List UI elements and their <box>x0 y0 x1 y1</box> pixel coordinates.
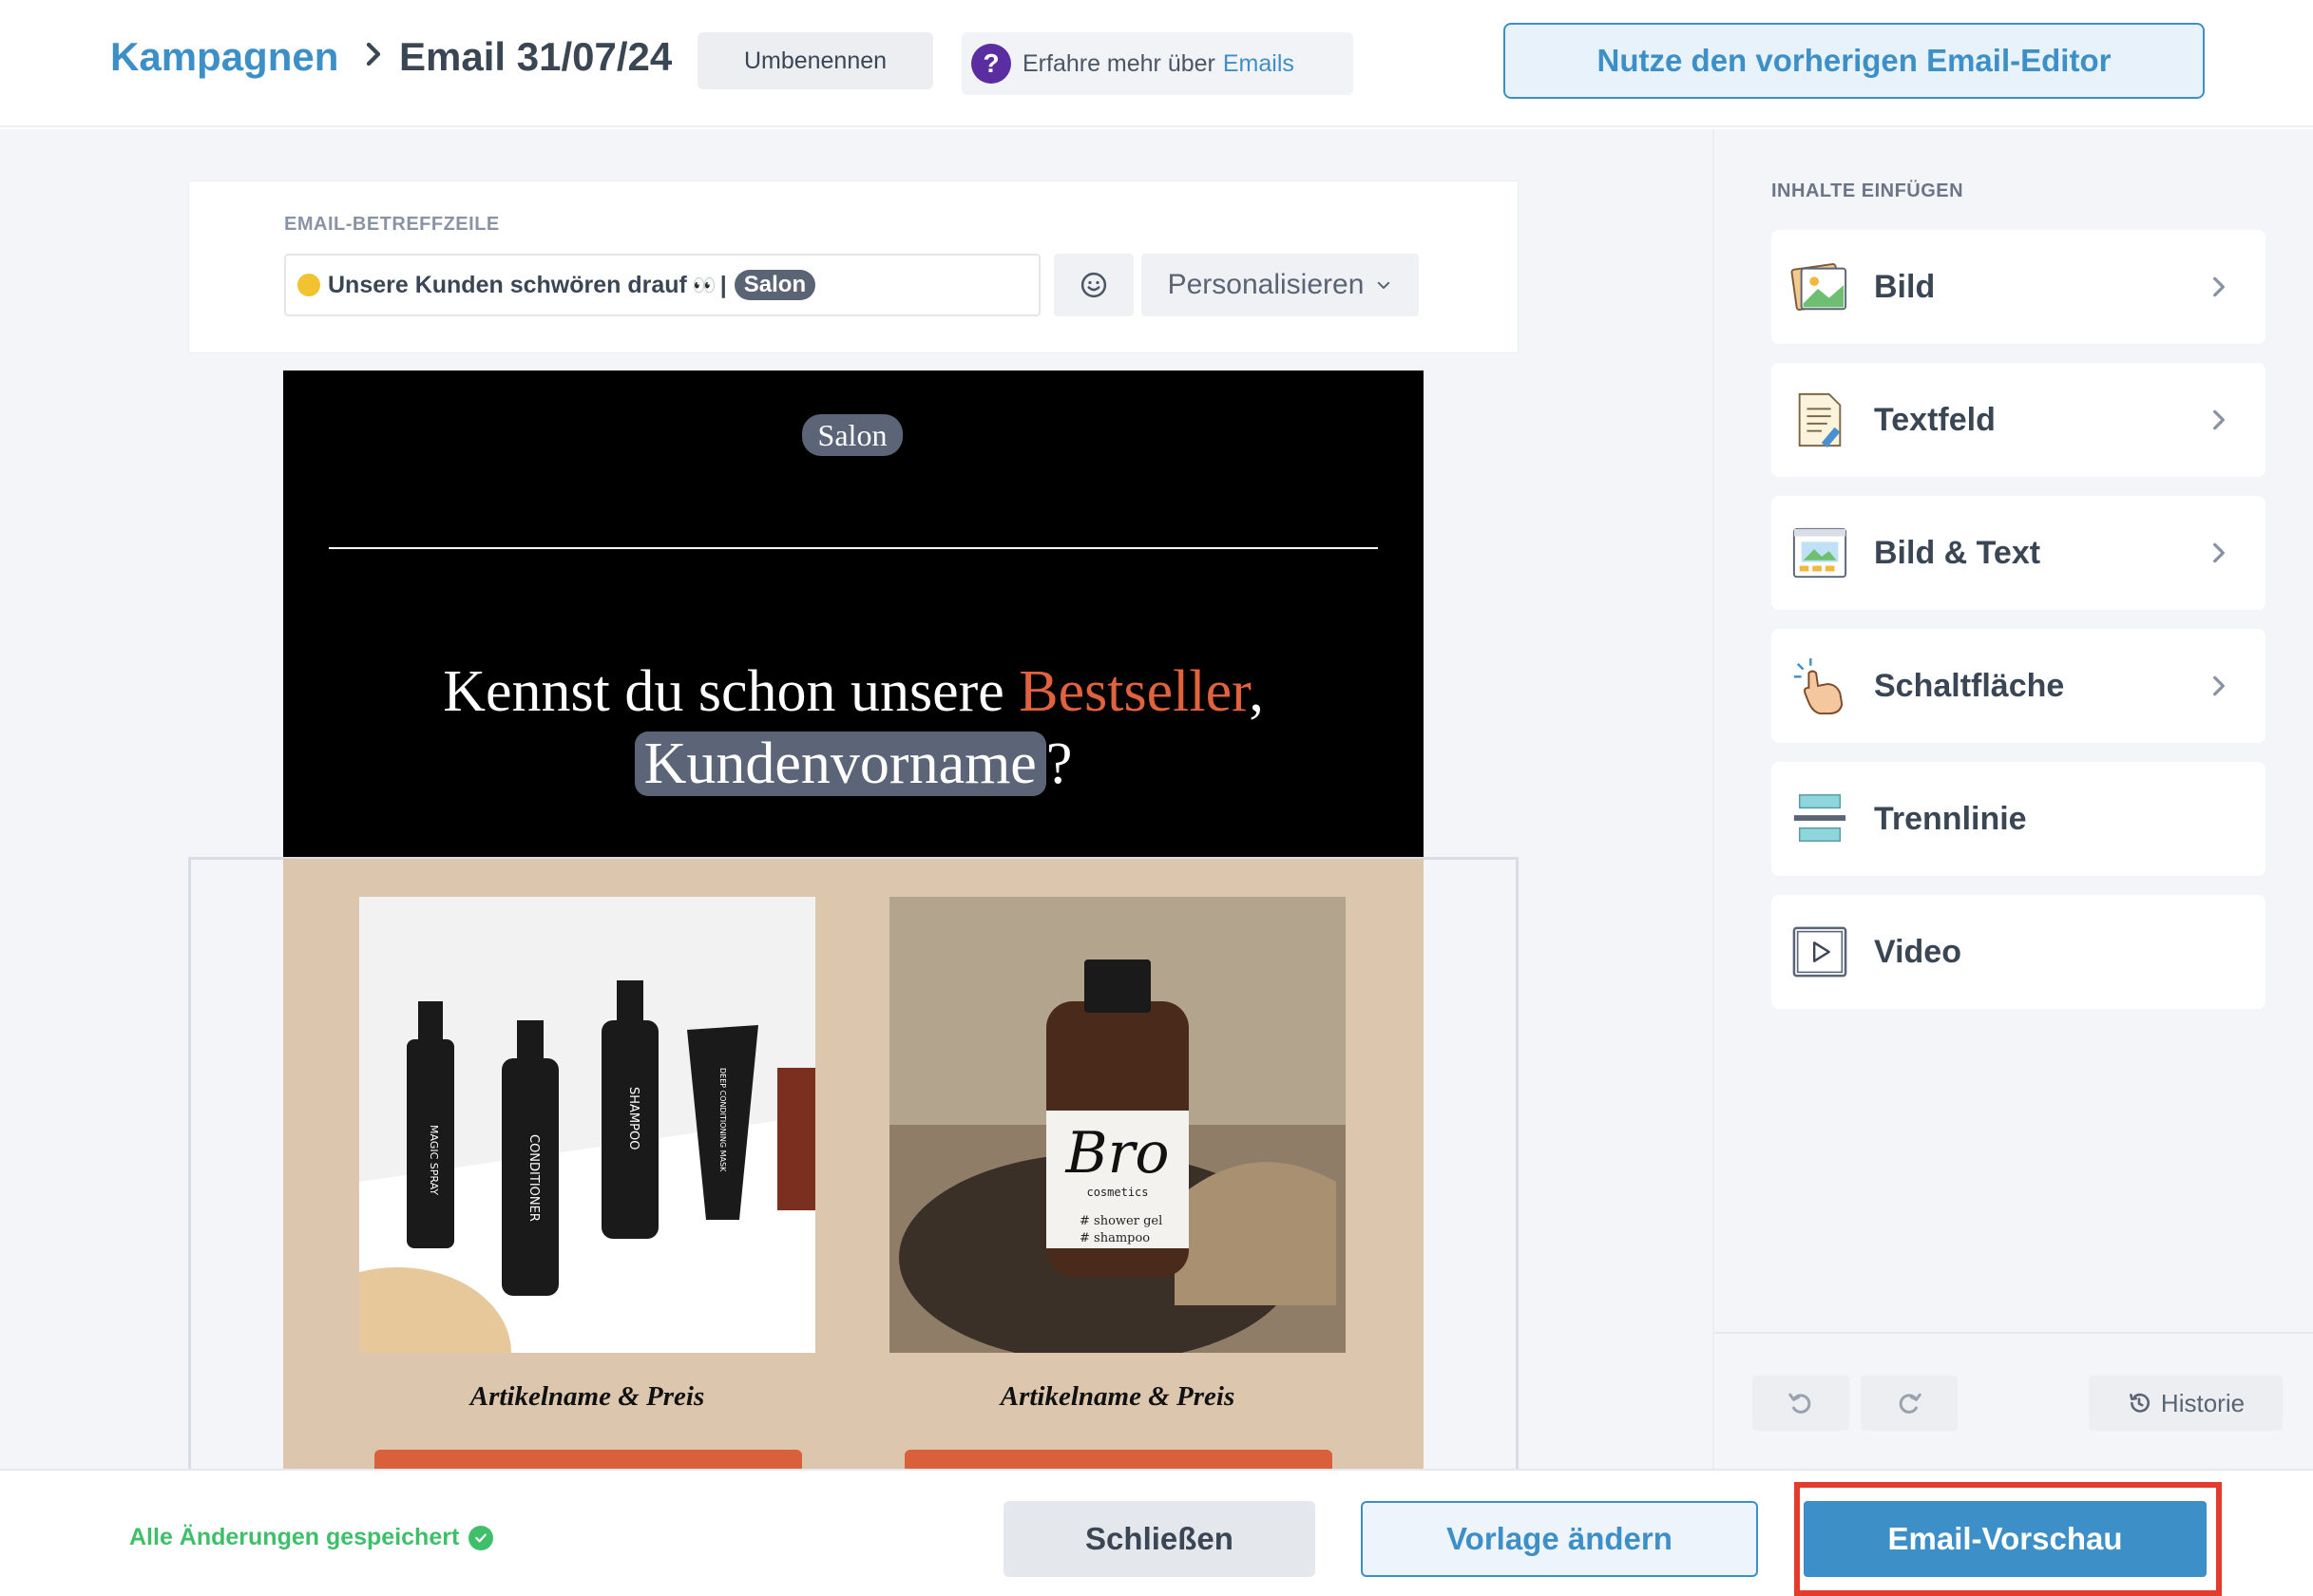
chevron-right-icon <box>2213 409 2225 430</box>
subject-line-card: EMAIL-BETREFFZEILE Unsere Kunden schwöre… <box>188 180 1519 353</box>
text-field-icon <box>1798 392 1842 448</box>
help-icon: ? <box>971 44 1011 84</box>
headline-accent: Bestseller <box>1019 659 1250 724</box>
customer-firstname-tag: Kundenvorname <box>634 732 1046 796</box>
learn-more-text: Erfahre mehr über <box>1023 49 1215 77</box>
redo-button[interactable] <box>1861 1376 1958 1431</box>
headline-text-1: Kennst du schon unsere <box>443 659 1020 724</box>
personalize-dropdown[interactable]: Personalisieren <box>1141 254 1419 316</box>
undo-button[interactable] <box>1752 1376 1849 1431</box>
close-button[interactable]: Schließen <box>1004 1501 1315 1577</box>
emoji-picker-button[interactable] <box>1054 254 1134 316</box>
insert-image-text-item[interactable]: Bild & Text <box>1771 496 2265 610</box>
email-header-block[interactable]: Salon Kennst du schon unsere Bestseller,… <box>283 370 1424 857</box>
product-name-2: Artikelname & Preis <box>1000 1381 1235 1412</box>
learn-more-box[interactable]: ? Erfahre mehr über Emails <box>962 32 1353 95</box>
image-icon <box>1790 263 1847 311</box>
history-button[interactable]: Historie <box>2089 1376 2283 1431</box>
personalize-label: Personalisieren <box>1167 269 1365 300</box>
rename-button[interactable]: Umbenennen <box>698 32 933 89</box>
insert-image-text-label: Bild & Text <box>1874 534 2041 571</box>
product-image-bro-bottle: Bro cosmetics # shower gel # shampoo <box>889 897 1346 1353</box>
subject-line-input[interactable]: Unsere Kunden schwören drauf 👀 | Salon <box>284 254 1041 316</box>
insert-button-item[interactable]: Schaltfläche <box>1771 629 2265 743</box>
page-title: Email 31/07/24 <box>399 34 673 79</box>
headline-end: ? <box>1045 732 1073 796</box>
label-cosmetics: cosmetics <box>1086 1186 1148 1199</box>
insert-textfield-item[interactable]: Textfeld <box>1771 363 2265 477</box>
save-status: Alle Änderungen gespeichert <box>129 1524 494 1551</box>
insert-video-item[interactable]: Video <box>1771 895 2265 1009</box>
label-magic-spray: MAGIC SPRAY <box>428 1125 440 1195</box>
redo-icon <box>1899 1393 1921 1414</box>
use-previous-editor-button[interactable]: Nutze den vorherigen Email-Editor <box>1503 23 2205 99</box>
save-status-text: Alle Änderungen gespeichert <box>129 1524 460 1550</box>
shushing-face-emoji-icon <box>297 274 320 296</box>
label-deep-conditioning: DEEP CONDITIONING MASK <box>718 1068 727 1172</box>
content-insert-panel: INHALTE EINFÜGEN Bild Textfeld Bild & Te… <box>1712 129 2313 1469</box>
eyes-emoji-icon: 👀 <box>692 275 717 296</box>
insert-image-label: Bild <box>1874 268 1936 305</box>
subject-line-label: EMAIL-BETREFFZEILE <box>284 214 500 235</box>
email-preview-button[interactable]: Email-Vorschau <box>1804 1501 2207 1577</box>
label-shampoo-2: # shampoo <box>1080 1231 1150 1245</box>
subject-text: Unsere Kunden schwören drauf <box>328 271 687 298</box>
product-button-1[interactable] <box>374 1450 802 1469</box>
chevron-down-icon <box>1378 281 1390 289</box>
divider-icon <box>1793 794 1846 842</box>
panel-separator <box>1714 1332 2313 1334</box>
label-shower-gel: # shower gel <box>1080 1214 1162 1228</box>
chevron-right-icon <box>2213 276 2225 297</box>
chevron-right-icon <box>2213 675 2225 696</box>
chevron-right-icon <box>2213 542 2225 563</box>
subject-separator: | <box>719 271 727 298</box>
label-shampoo: SHAMPOO <box>626 1087 640 1150</box>
button-hand-icon <box>1793 657 1844 715</box>
email-logo-salon-tag: Salon <box>802 414 903 456</box>
top-header: Kampagnen Email 31/07/24 Umbenennen ? Er… <box>0 0 2313 127</box>
video-icon <box>1792 926 1847 978</box>
chevron-right-icon <box>366 42 381 66</box>
insert-divider-item[interactable]: Trennlinie <box>1771 762 2265 876</box>
image-text-icon <box>1792 527 1847 579</box>
panel-title: INHALTE EINFÜGEN <box>1771 180 1964 201</box>
email-headline: Kennst du schon unsere Bestseller, Kunde… <box>283 656 1424 800</box>
change-template-button[interactable]: Vorlage ändern <box>1361 1501 1758 1577</box>
email-divider <box>329 547 1378 549</box>
salon-tag[interactable]: Salon <box>734 270 816 300</box>
product-button-2[interactable] <box>905 1450 1332 1469</box>
product-image-bottles: MAGIC SPRAY CONDITIONER SHAMPOO DEEP CON… <box>359 897 815 1353</box>
history-icon <box>2129 1393 2150 1413</box>
undo-icon <box>1788 1393 1811 1414</box>
insert-divider-label: Trennlinie <box>1874 800 2027 837</box>
insert-video-label: Video <box>1874 933 1961 970</box>
label-bro: Bro <box>1065 1120 1170 1187</box>
email-products-block[interactable]: MAGIC SPRAY CONDITIONER SHAMPOO DEEP CON… <box>283 859 1424 1469</box>
learn-more-emails-link[interactable]: Emails <box>1223 50 1294 78</box>
insert-textfield-label: Textfeld <box>1874 401 1996 438</box>
insert-button-label: Schaltfläche <box>1874 667 2065 704</box>
label-conditioner: CONDITIONER <box>526 1134 541 1222</box>
history-label: Historie <box>2160 1388 2246 1417</box>
check-circle-icon <box>468 1525 494 1550</box>
insert-image-item[interactable]: Bild <box>1771 230 2265 344</box>
smiley-icon <box>1080 272 1107 298</box>
product-name-1: Artikelname & Preis <box>469 1381 705 1412</box>
bottom-action-bar: Alle Änderungen gespeichert Schließen Vo… <box>0 1469 2313 1596</box>
headline-text-2: , <box>1249 659 1264 724</box>
breadcrumb-campaigns-link[interactable]: Kampagnen <box>110 34 338 80</box>
